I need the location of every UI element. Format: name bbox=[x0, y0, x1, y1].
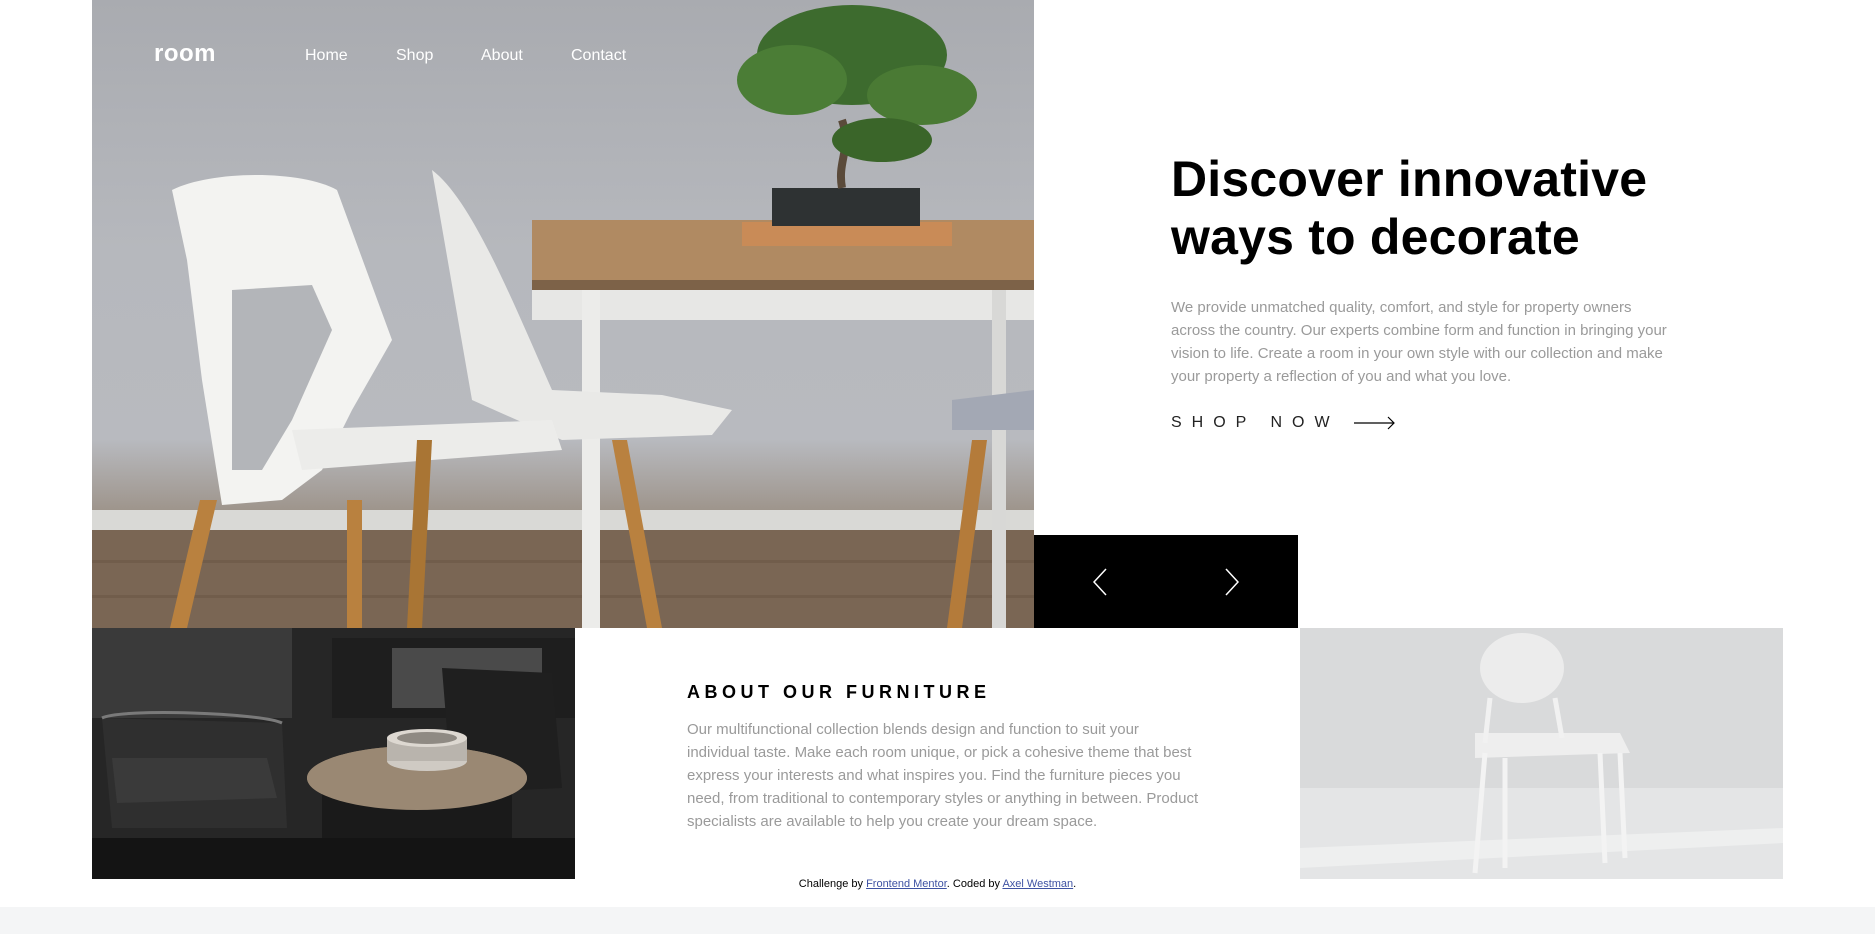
light-chair-image bbox=[1300, 628, 1783, 879]
hero-description: We provide unmatched quality, comfort, a… bbox=[1171, 299, 1667, 385]
hero-title-line1: Discover innovative bbox=[1171, 151, 1648, 207]
frontend-mentor-link[interactable]: Frontend Mentor bbox=[866, 878, 947, 890]
about-section: ABOUT OUR FURNITURE Our multifunctional … bbox=[575, 628, 1300, 879]
chevron-right-icon bbox=[1225, 567, 1239, 596]
nav-shop[interactable]: Shop bbox=[396, 47, 433, 65]
light-chair-photo bbox=[1300, 628, 1783, 879]
slider-next-button[interactable] bbox=[1166, 535, 1298, 628]
chevron-left-icon bbox=[1093, 567, 1107, 596]
hero-image: room Home Shop About Contact bbox=[92, 0, 1034, 628]
dark-furniture-photo bbox=[92, 628, 575, 879]
nav-about[interactable]: About bbox=[481, 47, 523, 65]
hero-photo bbox=[92, 5, 1034, 628]
slider-prev-button[interactable] bbox=[1034, 535, 1166, 628]
logo[interactable]: room bbox=[154, 40, 216, 68]
about-description: Our multifunctional collection blends de… bbox=[687, 721, 1199, 830]
attribution-middle: . Coded by bbox=[946, 878, 1000, 890]
shop-now-label: SHOP NOW bbox=[1171, 414, 1340, 431]
author-link[interactable]: Axel Westman bbox=[1002, 878, 1073, 890]
hero-title-line2: ways to decorate bbox=[1171, 209, 1580, 265]
nav-contact[interactable]: Contact bbox=[571, 47, 626, 65]
attribution-suffix: . bbox=[1073, 878, 1077, 890]
page: room Home Shop About Contact Discover in… bbox=[0, 0, 1875, 907]
attribution-prefix: Challenge by bbox=[798, 878, 863, 890]
slider-controls bbox=[1034, 535, 1298, 628]
nav-home[interactable]: Home bbox=[305, 47, 348, 65]
shop-now-button[interactable]: SHOP NOW bbox=[1171, 414, 1396, 432]
about-title: ABOUT OUR FURNITURE bbox=[687, 682, 991, 702]
attribution: Challenge by Frontend Mentor. Coded by A… bbox=[0, 878, 1875, 890]
dark-furniture-image bbox=[92, 628, 575, 879]
hero-title: Discover innovative ways to decorate bbox=[1171, 150, 1731, 266]
arrow-right-icon bbox=[1353, 416, 1395, 430]
